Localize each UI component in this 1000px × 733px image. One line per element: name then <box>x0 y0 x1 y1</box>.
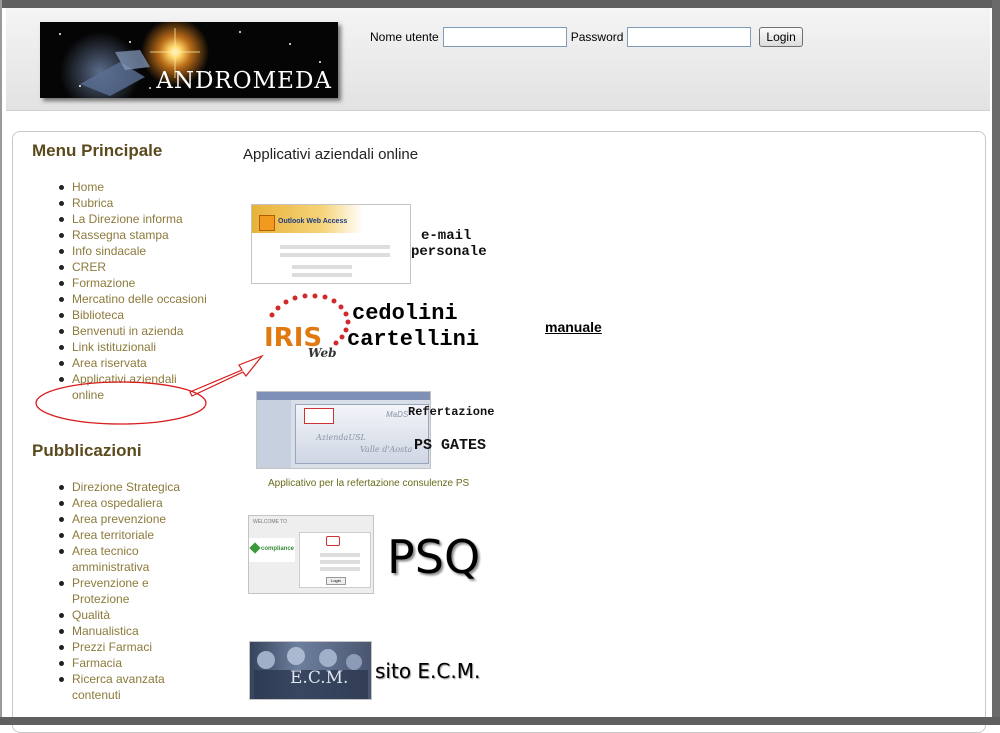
password-label: Password <box>570 30 624 44</box>
thumb-sidebar <box>257 400 291 468</box>
owa-thumbnail[interactable]: Outlook Web Access <box>251 204 411 284</box>
psq-login-panel: Login <box>299 532 371 588</box>
psq-leaf-icon <box>249 542 261 554</box>
login-form: Nome utente Password Login <box>370 25 803 49</box>
page-title: Applicativi aziendali online <box>243 146 419 163</box>
psq-brand-box: compliance <box>249 538 295 562</box>
thumb-titlebar <box>257 392 430 400</box>
annotation-arrow <box>189 354 264 397</box>
thumb-mads: MaDS <box>386 410 409 419</box>
publications-menu: Direzione Strategica Area ospedaliera Ar… <box>59 479 207 703</box>
pub-item-area-tecnico[interactable]: Area tecnico amministrativa <box>59 543 207 575</box>
iris-label-line2[interactable]: cartellini <box>347 327 479 352</box>
annotation-ellipse <box>35 381 207 425</box>
pub-item-direzione-strategica[interactable]: Direzione Strategica <box>59 479 207 495</box>
window-frame-right <box>992 0 1000 725</box>
ps-gates-thumbnail[interactable]: MaDS AziendaUSL Valle d'Aosta <box>256 391 431 469</box>
ps-label-line1[interactable]: Refertazione <box>408 405 494 419</box>
password-input[interactable] <box>627 27 752 47</box>
pub-item-area-ospedaliera[interactable]: Area ospedaliera <box>59 495 207 511</box>
pub-item-qualita[interactable]: Qualità <box>59 607 207 623</box>
window-frame-bottom <box>0 717 1000 725</box>
psq-field <box>320 560 360 564</box>
ecm-thumb-text: E.C.M. <box>290 668 349 688</box>
ecm-thumbnail[interactable]: E.C.M. <box>249 641 372 700</box>
iris-web-subtext: Web <box>308 346 337 360</box>
iris-label-line1[interactable]: cedolini <box>352 301 458 326</box>
pub-item-area-prevenzione[interactable]: Area prevenzione <box>59 511 207 527</box>
pub-item-farmacia[interactable]: Farmacia <box>59 655 207 671</box>
outlook-icon <box>259 215 275 231</box>
pub-item-area-territoriale[interactable]: Area territoriale <box>59 527 207 543</box>
psq-login-button: Login <box>326 577 346 585</box>
psq-field <box>320 567 360 571</box>
psq-brand-text: compliance <box>261 546 295 552</box>
thumb-azienda: AziendaUSL <box>316 433 366 442</box>
psq-thumbnail[interactable]: WELCOME TO compliance Login <box>248 515 374 594</box>
owa-option <box>292 273 352 277</box>
psq-label[interactable]: PSQ <box>387 530 480 584</box>
ecm-label[interactable]: sito E.C.M. <box>375 659 480 683</box>
owa-label-line1[interactable]: e-mail <box>421 228 471 244</box>
azienda-usl-logo <box>304 408 334 424</box>
owa-thumb-title: Outlook Web Access <box>278 218 348 225</box>
username-label: Nome utente <box>370 30 439 44</box>
psq-logo-icon <box>326 536 340 546</box>
owa-field <box>280 253 390 257</box>
pub-item-ricerca-avanzata[interactable]: Ricerca avanzata contenuti <box>59 671 207 703</box>
username-input[interactable] <box>442 27 567 47</box>
ps-caption: Applicativo per la refertazione consulen… <box>268 478 470 489</box>
owa-option <box>292 265 352 269</box>
pub-item-prezzi-farmaci[interactable]: Prezzi Farmaci <box>59 639 207 655</box>
thumb-valle: Valle d'Aosta <box>360 445 413 454</box>
owa-label-line2[interactable]: personale <box>411 244 487 260</box>
login-button[interactable]: Login <box>759 27 803 47</box>
ps-label-line2[interactable]: PS GATES <box>414 437 486 454</box>
pubblicazioni-title: Pubblicazioni <box>32 441 142 460</box>
manuale-link[interactable]: manuale <box>545 319 602 335</box>
pub-item-manualistica[interactable]: Manualistica <box>59 623 207 639</box>
psq-welcome: WELCOME TO <box>253 519 287 525</box>
psq-field <box>320 553 360 557</box>
pub-item-prevenzione-protezione[interactable]: Prevenzione e Protezione <box>59 575 207 607</box>
owa-field <box>280 245 390 249</box>
